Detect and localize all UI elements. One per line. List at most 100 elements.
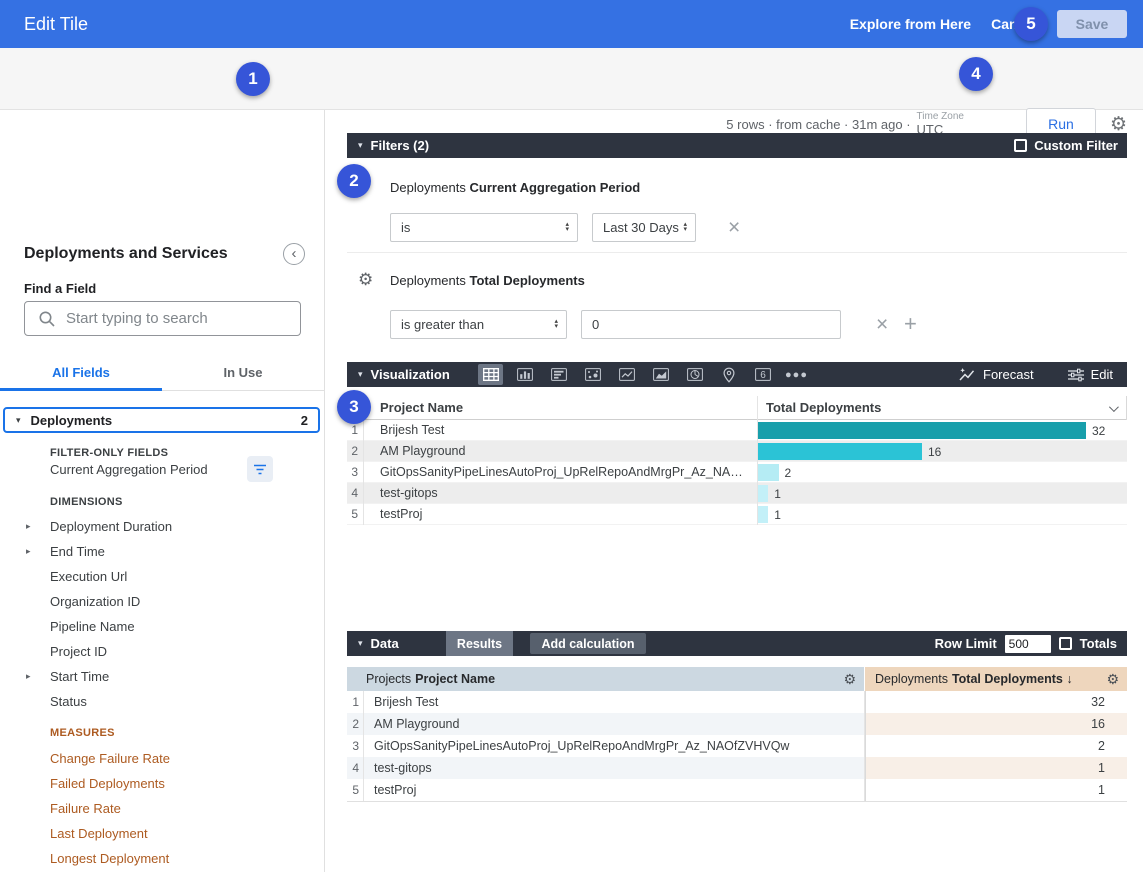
expand-caret-icon[interactable]: ▸ bbox=[26, 521, 46, 532]
custom-filter-checkbox[interactable] bbox=[1014, 139, 1027, 152]
forecast-button[interactable]: Forecast bbox=[958, 367, 1034, 383]
bar-cell: 2 bbox=[758, 462, 1127, 483]
sidebar-field-status[interactable]: Status bbox=[0, 689, 325, 714]
field-tabs: All Fields In Use bbox=[0, 359, 325, 391]
search-input[interactable] bbox=[66, 310, 300, 327]
viz-type-more-options-icon[interactable]: ●●● bbox=[784, 364, 809, 385]
sidebar-field-project-id[interactable]: Project ID bbox=[0, 639, 325, 664]
sidebar-field-start-time[interactable]: ▸Start Time bbox=[0, 664, 325, 689]
row-limit-input[interactable] bbox=[1005, 635, 1051, 653]
filter-2-value-input[interactable] bbox=[581, 310, 841, 339]
viz-col-project-name[interactable]: Project Name bbox=[364, 396, 758, 420]
totals-checkbox[interactable] bbox=[1059, 637, 1072, 650]
filter-1-operator-select[interactable]: is ▴▾ bbox=[390, 213, 578, 242]
filter-2-field-label: Deployments Total Deployments bbox=[390, 273, 585, 288]
expand-caret-icon[interactable]: ▸ bbox=[26, 671, 46, 682]
data-table-header: Projects Project Name ⚙ Deployments Tota… bbox=[347, 667, 1127, 691]
tab-all-fields[interactable]: All Fields bbox=[0, 359, 162, 390]
save-button[interactable]: Save bbox=[1057, 10, 1127, 38]
value-bar bbox=[758, 443, 922, 460]
project-name-cell: Brijesh Test bbox=[364, 691, 865, 713]
filter-active-icon[interactable] bbox=[247, 456, 273, 482]
add-filter-icon[interactable]: + bbox=[904, 313, 917, 335]
topbar: Edit Tile Explore from Here Cancel Save bbox=[0, 0, 1143, 48]
total-deployments-cell: 2 bbox=[865, 735, 1127, 757]
filters-section-title: Filters (2) bbox=[371, 138, 430, 153]
viz-type-bar-chart-icon[interactable] bbox=[546, 364, 571, 385]
project-name-cell: AM Playground bbox=[364, 713, 865, 735]
remove-filter-2-icon[interactable]: × bbox=[876, 314, 888, 335]
collapse-filters-caret-icon[interactable]: ▾ bbox=[358, 140, 363, 151]
viz-col-total-deployments[interactable]: Total Deployments bbox=[758, 396, 1127, 420]
edit-viz-button[interactable]: Edit bbox=[1068, 367, 1113, 382]
visualization-table: Project Name Total Deployments 1Brijesh … bbox=[347, 396, 1127, 525]
viz-type-pie-chart-icon[interactable] bbox=[682, 364, 707, 385]
data-col-project-name[interactable]: Projects Project Name ⚙ bbox=[347, 667, 865, 691]
sidebar-field-current-aggregation-period[interactable]: Current Aggregation Period bbox=[0, 456, 325, 482]
dimensions-list: ▸Deployment Duration▸End TimeExecution U… bbox=[0, 514, 325, 714]
viz-type-column-chart-icon[interactable] bbox=[512, 364, 537, 385]
bar-cell: 16 bbox=[758, 441, 1127, 462]
select-arrows-icon: ▴▾ bbox=[565, 223, 569, 232]
collapse-visualization-caret-icon[interactable]: ▾ bbox=[358, 369, 363, 380]
sidebar-field-deployment-duration[interactable]: ▸Deployment Duration bbox=[0, 514, 325, 539]
viz-type-scatterplot-icon[interactable] bbox=[580, 364, 605, 385]
viz-table-row[interactable]: 3GitOpsSanityPipeLinesAutoProj_UpRelRepo… bbox=[347, 462, 1127, 483]
sidebar-field-organization-id[interactable]: Organization ID bbox=[0, 589, 325, 614]
viz-table-rows: 1Brijesh Test322AM Playground163GitOpsSa… bbox=[347, 420, 1127, 525]
collapse-data-caret-icon[interactable]: ▾ bbox=[358, 638, 363, 649]
sidebar-field-end-time[interactable]: ▸End Time bbox=[0, 539, 325, 564]
row-number: 3 bbox=[347, 462, 364, 483]
sidebar-field-pipeline-name[interactable]: Pipeline Name bbox=[0, 614, 325, 639]
column-gear-icon[interactable]: ⚙ bbox=[1106, 672, 1119, 686]
results-tab[interactable]: Results bbox=[446, 631, 513, 656]
sidebar-field-last-deployment[interactable]: Last Deployment bbox=[0, 821, 325, 846]
column-menu-chevron-icon[interactable] bbox=[1109, 402, 1119, 412]
data-table-row[interactable]: 2AM Playground16 bbox=[347, 713, 1127, 735]
project-name-cell: test-gitops bbox=[364, 483, 758, 504]
bar-value-label: 1 bbox=[774, 487, 781, 501]
sidebar-group-deployments[interactable]: ▾ Deployments 2 bbox=[3, 407, 320, 433]
explore-from-here-link[interactable]: Explore from Here bbox=[850, 16, 971, 32]
data-section-title: Data bbox=[371, 636, 399, 651]
data-col-total-deployments[interactable]: Deployments Total Deployments ↓ ⚙ bbox=[865, 667, 1127, 691]
callout-badge-2: 2 bbox=[337, 164, 371, 198]
query-status-text: 5 rows · from cache · 31m ago · bbox=[726, 117, 910, 132]
viz-type-line-chart-icon[interactable] bbox=[614, 364, 639, 385]
add-calculation-button[interactable]: Add calculation bbox=[530, 633, 646, 654]
forecast-icon bbox=[958, 367, 976, 383]
tab-in-use[interactable]: In Use bbox=[162, 359, 324, 390]
sidebar-field-change-failure-rate[interactable]: Change Failure Rate bbox=[0, 746, 325, 771]
filter-1-value-select[interactable]: Last 30 Days ▴▾ bbox=[592, 213, 696, 242]
sidebar-field-failed-deployments[interactable]: Failed Deployments bbox=[0, 771, 325, 796]
query-settings-gear-icon[interactable]: ⚙ bbox=[1110, 115, 1127, 134]
viz-table-row[interactable]: 1Brijesh Test32 bbox=[347, 420, 1127, 441]
sidebar-field-failure-rate[interactable]: Failure Rate bbox=[0, 796, 325, 821]
column-gear-icon[interactable]: ⚙ bbox=[843, 672, 856, 686]
data-table-row[interactable]: 4test-gitops1 bbox=[347, 757, 1127, 779]
filter-2-operator-select[interactable]: is greater than ▴▾ bbox=[390, 310, 567, 339]
sidebar-field-longest-deployment[interactable]: Longest Deployment bbox=[0, 846, 325, 871]
collapse-sidebar-icon[interactable]: ‹ bbox=[283, 243, 305, 265]
remove-filter-1-icon[interactable]: × bbox=[728, 217, 740, 238]
data-table-row[interactable]: 3GitOpsSanityPipeLinesAutoProj_UpRelRepo… bbox=[347, 735, 1127, 757]
filter-2-gear-icon[interactable]: ⚙ bbox=[358, 271, 373, 288]
data-table-row[interactable]: 1Brijesh Test32 bbox=[347, 691, 1127, 713]
row-limit-label: Row Limit bbox=[935, 636, 997, 651]
viz-table-row[interactable]: 2AM Playground16 bbox=[347, 441, 1127, 462]
expand-caret-icon[interactable]: ▸ bbox=[26, 546, 46, 557]
value-bar bbox=[758, 464, 779, 481]
viz-type-single-value-icon[interactable]: 6 bbox=[750, 364, 775, 385]
collapse-caret-icon[interactable]: ▾ bbox=[16, 415, 21, 426]
topbar-actions: Explore from Here Cancel Save bbox=[850, 0, 1127, 48]
viz-type-map-icon[interactable] bbox=[716, 364, 741, 385]
data-table-row[interactable]: 5testProj1 bbox=[347, 779, 1127, 801]
row-number: 3 bbox=[347, 735, 364, 757]
viz-table-row[interactable]: 5testProj1 bbox=[347, 504, 1127, 525]
row-number: 4 bbox=[347, 483, 364, 504]
sidebar-field-execution-url[interactable]: Execution Url bbox=[0, 564, 325, 589]
viz-type-area-chart-icon[interactable] bbox=[648, 364, 673, 385]
viz-table-row[interactable]: 4test-gitops 1 bbox=[347, 483, 1127, 504]
row-number: 5 bbox=[347, 504, 364, 525]
viz-type-table-icon[interactable] bbox=[478, 364, 503, 385]
